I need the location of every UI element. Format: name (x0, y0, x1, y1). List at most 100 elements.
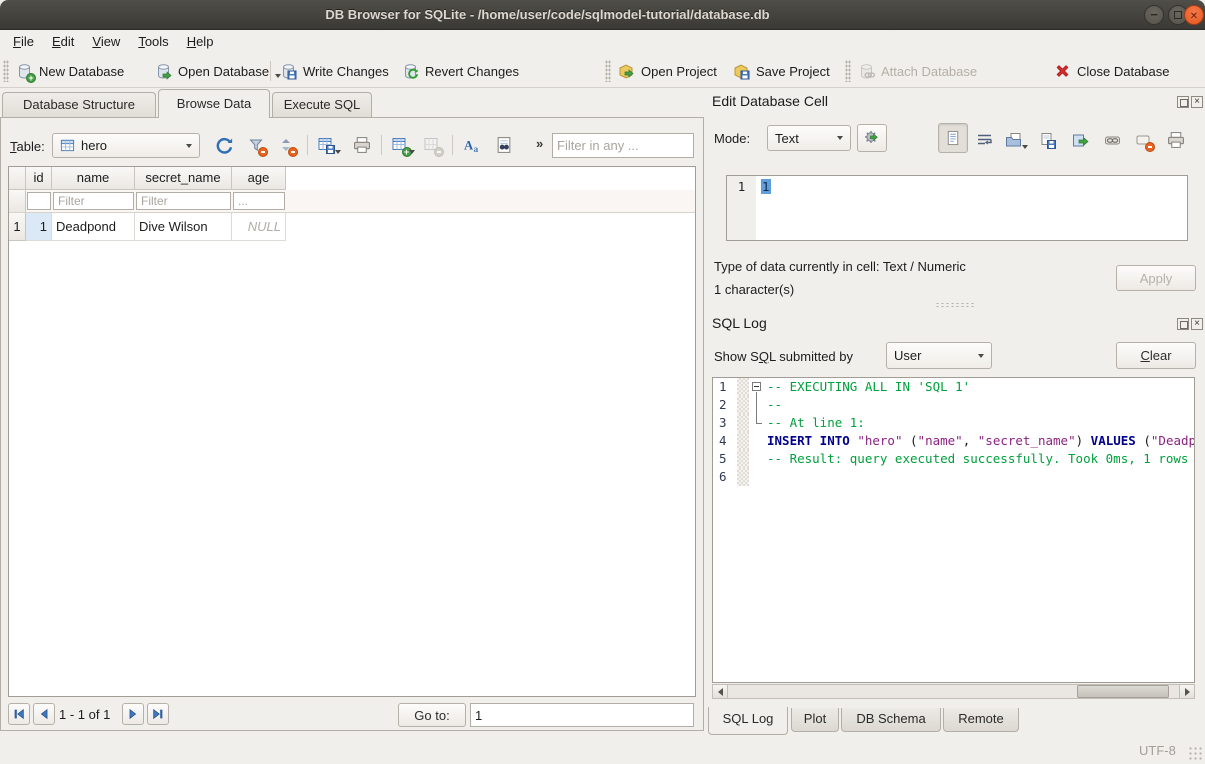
table-selector-dropdown[interactable]: hero (52, 133, 200, 158)
edit-cell-title: Edit Database Cell (712, 93, 828, 109)
import-from-file-button[interactable] (1001, 128, 1025, 152)
dock-tab-remote[interactable]: Remote (943, 708, 1019, 732)
cell-id[interactable]: 1 (26, 213, 52, 241)
print-table-button[interactable] (350, 133, 374, 157)
filter-input-age[interactable] (233, 192, 285, 210)
row-number[interactable]: 1 (9, 213, 26, 241)
previous-page-button[interactable] (33, 703, 55, 725)
corner-header (9, 167, 26, 190)
column-header-name[interactable]: name (52, 167, 135, 190)
open-in-external-button[interactable] (1068, 128, 1092, 152)
toolbar-drag-handle[interactable] (3, 60, 9, 82)
print-icon (353, 136, 371, 154)
export-to-file-button[interactable] (1035, 128, 1059, 152)
set-null-button[interactable] (1131, 128, 1155, 152)
close-icon: ✕ (1190, 11, 1198, 22)
data-grid: id name secret_name age 1 1 Deadpond Div… (8, 166, 696, 697)
panel-splitter-handle[interactable] (935, 302, 975, 308)
save-table-dropdown-caret[interactable] (335, 150, 341, 154)
toolbar-drag-handle-2[interactable] (605, 60, 611, 82)
cell-editor[interactable]: 1 1 (726, 175, 1188, 241)
clear-log-button[interactable]: Clear (1116, 342, 1196, 369)
dropdown-caret-icon (978, 354, 984, 358)
print-cell-button[interactable] (1164, 128, 1188, 152)
fold-marker-icon[interactable] (749, 378, 765, 396)
fold-marker-icon (749, 450, 765, 468)
close-panel-button[interactable]: × (1191, 96, 1203, 108)
tab-browse-data[interactable]: Browse Data (158, 89, 270, 118)
font-button[interactable]: Aa (460, 133, 484, 157)
column-header-age[interactable]: age (232, 167, 286, 190)
last-page-button[interactable] (147, 703, 169, 725)
clear-sort-button[interactable] (274, 133, 298, 157)
new-record-dropdown-caret[interactable] (409, 150, 415, 154)
cell-secret-name[interactable]: Dive Wilson (135, 213, 232, 241)
sql-log-view[interactable]: 1-- EXECUTING ALL IN 'SQL 1'2--3-- At li… (712, 377, 1195, 683)
goto-button[interactable]: Go to: (398, 703, 466, 727)
cell-name[interactable]: Deadpond (52, 213, 135, 241)
svg-text:a: a (473, 144, 478, 154)
save-table-button[interactable] (314, 133, 338, 157)
text-mode-button[interactable] (938, 123, 968, 153)
open-project-button[interactable]: Open Project (618, 61, 717, 81)
goto-input[interactable] (470, 703, 694, 727)
minimize-button[interactable]: − (1144, 5, 1164, 25)
resize-grip[interactable] (1188, 746, 1202, 760)
revert-changes-icon (402, 63, 419, 80)
filter-input-name[interactable] (53, 192, 134, 210)
clear-filters-button[interactable] (244, 133, 268, 157)
open-file-icon (1005, 132, 1022, 149)
next-page-button[interactable] (122, 703, 144, 725)
close-log-panel-button[interactable]: × (1191, 318, 1203, 330)
delete-record-icon (424, 137, 441, 154)
dock-tab-plot[interactable]: Plot (791, 708, 839, 732)
encoding-status: UTF-8 (1139, 743, 1176, 758)
open-database-button[interactable]: Open Database (155, 61, 281, 81)
sql-log-line: 5-- Result: query executed successfully.… (713, 450, 1194, 468)
new-database-button[interactable]: + New Database (16, 61, 124, 81)
scrollbar-thumb[interactable] (1077, 685, 1169, 698)
mode-dropdown[interactable]: Text (767, 125, 851, 151)
column-header-secret-name[interactable]: secret_name (135, 167, 232, 190)
link-icon (1104, 132, 1121, 149)
refresh-table-button[interactable] (212, 133, 236, 157)
filter-any-input[interactable] (552, 133, 694, 158)
menu-tools[interactable]: Tools (129, 32, 177, 51)
import-dropdown-caret[interactable] (1022, 145, 1028, 149)
dock-tab-db-schema[interactable]: DB Schema (841, 708, 941, 732)
dock-tab-sql-log[interactable]: SQL Log (708, 707, 788, 735)
float-log-panel-button[interactable] (1177, 318, 1189, 330)
toolbar-drag-handle-3[interactable] (845, 60, 851, 82)
menu-edit[interactable]: Edit (43, 32, 83, 51)
menu-view[interactable]: View (83, 32, 129, 51)
filter-input-id[interactable] (27, 192, 51, 210)
menu-file[interactable]: File (4, 32, 43, 51)
menu-help[interactable]: Help (178, 32, 223, 51)
write-changes-button[interactable]: Write Changes (280, 61, 389, 81)
cell-age[interactable]: NULL (232, 213, 286, 241)
close-button[interactable]: ✕ (1184, 5, 1204, 25)
tab-execute-sql[interactable]: Execute SQL (272, 92, 372, 117)
column-header-id[interactable]: id (26, 167, 52, 190)
new-record-button[interactable]: + (388, 133, 412, 157)
first-page-button[interactable] (8, 703, 30, 725)
scroll-right-button[interactable] (1179, 685, 1194, 698)
copy-link-button[interactable] (1100, 128, 1124, 152)
editor-line-number: 1 (727, 176, 756, 240)
save-project-button[interactable]: Save Project (733, 61, 830, 81)
filter-input-secret-name[interactable] (136, 192, 231, 210)
scroll-left-button[interactable] (713, 685, 728, 698)
close-database-button[interactable]: Close Database (1054, 61, 1170, 81)
sql-log-title: SQL Log (712, 315, 767, 331)
revert-changes-button[interactable]: Revert Changes (402, 61, 519, 81)
filter-cell-id (26, 190, 52, 212)
float-panel-button[interactable] (1177, 96, 1189, 108)
next-page-icon (126, 707, 140, 721)
log-horizontal-scrollbar[interactable] (712, 684, 1195, 699)
find-in-table-button[interactable] (492, 133, 516, 157)
show-sql-dropdown[interactable]: User (886, 342, 992, 369)
tab-database-structure[interactable]: Database Structure (2, 92, 156, 117)
auto-apply-button[interactable] (857, 124, 887, 152)
toolbar-overflow-chevron[interactable]: » (536, 136, 543, 151)
word-wrap-button[interactable] (972, 128, 996, 152)
